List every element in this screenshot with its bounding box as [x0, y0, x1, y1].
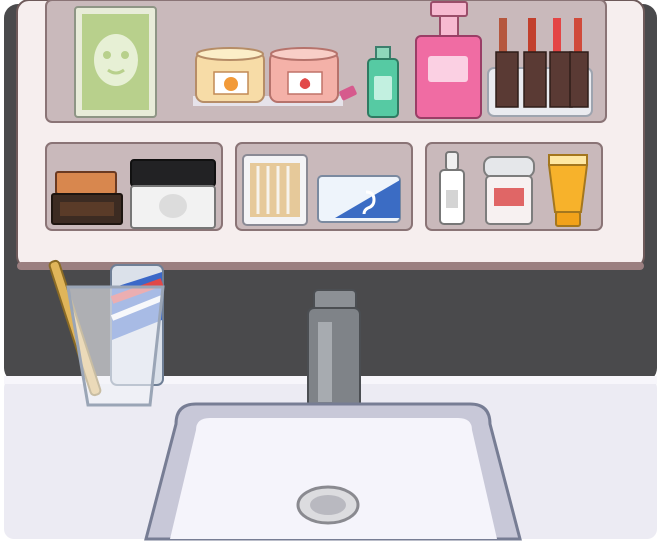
face-mask-packet[interactable]: [74, 6, 157, 118]
makeup-palette[interactable]: [51, 171, 123, 225]
cream-jar[interactable]: [130, 159, 216, 229]
deodorant[interactable]: [483, 156, 535, 225]
faucet[interactable]: [307, 289, 361, 409]
floss-box[interactable]: [317, 175, 401, 223]
bathroom-scene: [0, 0, 661, 543]
cotton-swab-box[interactable]: [242, 154, 308, 226]
sink-drain[interactable]: [296, 485, 360, 525]
